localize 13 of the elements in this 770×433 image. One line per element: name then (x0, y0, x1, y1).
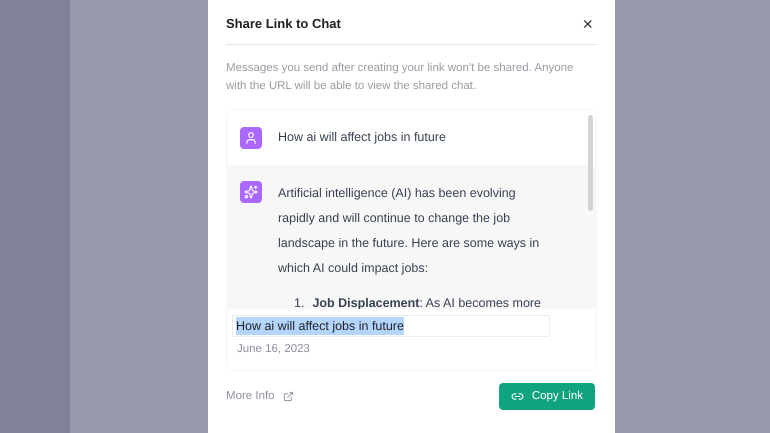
user-avatar-icon (240, 127, 262, 149)
message-text: How ai will affect jobs in future (278, 129, 446, 146)
assistant-avatar-icon (240, 181, 262, 203)
chat-title-field[interactable]: How ai will affect jobs in future (232, 315, 550, 337)
scrollbar-thumb[interactable] (588, 115, 593, 211)
dialog-description: Messages you send after creating your link won't be shared. Anyone with the URL will be able to view the shared chat. (226, 61, 574, 94)
dialog-title: Share Link to Chat (226, 15, 341, 34)
list-number: 1. (293, 295, 304, 309)
chat-date: June 16, 2023 (236, 342, 311, 357)
close-button[interactable]: × (578, 15, 597, 33)
message-text: Artificial intelligence (AI) has been evolving rapidly and will continue to change the job landscape in the future. Here are some ways in which AI could impact jobs: (278, 185, 540, 277)
chat-title-value: How ai will affect jobs in future (236, 316, 404, 336)
external-link-icon (282, 391, 294, 402)
